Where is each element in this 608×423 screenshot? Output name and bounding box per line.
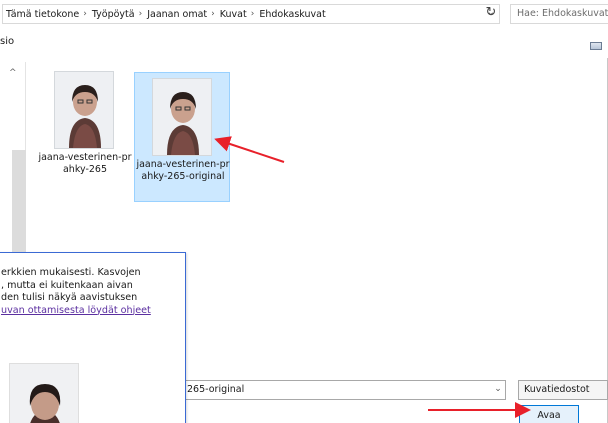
filename-input[interactable]: 265-original	[176, 380, 506, 400]
breadcrumb-kuvat[interactable]: Kuvat	[217, 9, 249, 20]
address-row: Tämä tietokone › Työpöytä › Jaanan omat …	[0, 0, 608, 28]
instructions-line: , mutta ei kuitenkaan aivan	[1, 279, 133, 291]
open-button[interactable]: Avaa	[519, 405, 579, 423]
file-name: jaana-vesterinen-prahky-265	[38, 152, 132, 175]
breadcrumb-separator[interactable]: ›	[209, 9, 217, 19]
portrait-thumbnail	[54, 71, 114, 149]
address-bar[interactable]: Tämä tietokone › Työpöytä › Jaanan omat …	[2, 4, 500, 24]
search-input[interactable]: Hae: Ehdokaskuvat	[510, 4, 608, 24]
breadcrumb-separator[interactable]: ›	[137, 9, 145, 19]
instructions-line: erkkien mukaisesti. Kasvojen	[1, 267, 141, 278]
breadcrumb-separator[interactable]: ›	[249, 9, 257, 19]
chevron-down-icon[interactable]: ⌄	[490, 380, 506, 400]
refresh-icon[interactable]: ↻	[480, 3, 502, 23]
nav-scrollbar[interactable]	[12, 150, 26, 262]
file-name: jaana-vesterinen-prahky-265-original	[136, 159, 230, 182]
breadcrumb-jaanan-omat[interactable]: Jaanan omat	[144, 9, 209, 20]
file-item[interactable]: jaana-vesterinen-prahky-265	[37, 66, 133, 196]
instructions-text: erkkien mukaisesti. Kasvojen , mutta ei …	[1, 267, 185, 317]
command-bar: sio	[0, 28, 608, 58]
breadcrumb-this-pc[interactable]: Tämä tietokone	[3, 9, 81, 20]
portrait-thumbnail	[152, 78, 212, 156]
photo-instructions-link[interactable]: uvan ottamisesta löydät ohjeet	[1, 305, 185, 318]
view-options-icon[interactable]	[590, 42, 602, 50]
filename-row: 265-original ⌄ Kuvatiedostot	[160, 376, 608, 400]
chevron-up-icon[interactable]: ^	[9, 68, 17, 78]
breadcrumb-separator[interactable]: ›	[81, 9, 89, 19]
filetype-select[interactable]: Kuvatiedostot	[518, 380, 608, 400]
breadcrumb-ehdokaskuvat[interactable]: Ehdokaskuvat	[256, 9, 327, 20]
breadcrumb-desktop[interactable]: Työpöytä	[89, 9, 137, 20]
instructions-panel: erkkien mukaisesti. Kasvojen , mutta ei …	[0, 252, 186, 423]
instructions-line: den tulisi näkyä aavistuksen	[1, 292, 138, 303]
screenshot: Tämä tietokone › Työpöytä › Jaanan omat …	[0, 0, 608, 423]
portrait-preview	[9, 363, 79, 423]
organize-menu[interactable]: sio	[0, 36, 14, 47]
file-item-selected[interactable]: jaana-vesterinen-prahky-265-original	[134, 72, 230, 202]
